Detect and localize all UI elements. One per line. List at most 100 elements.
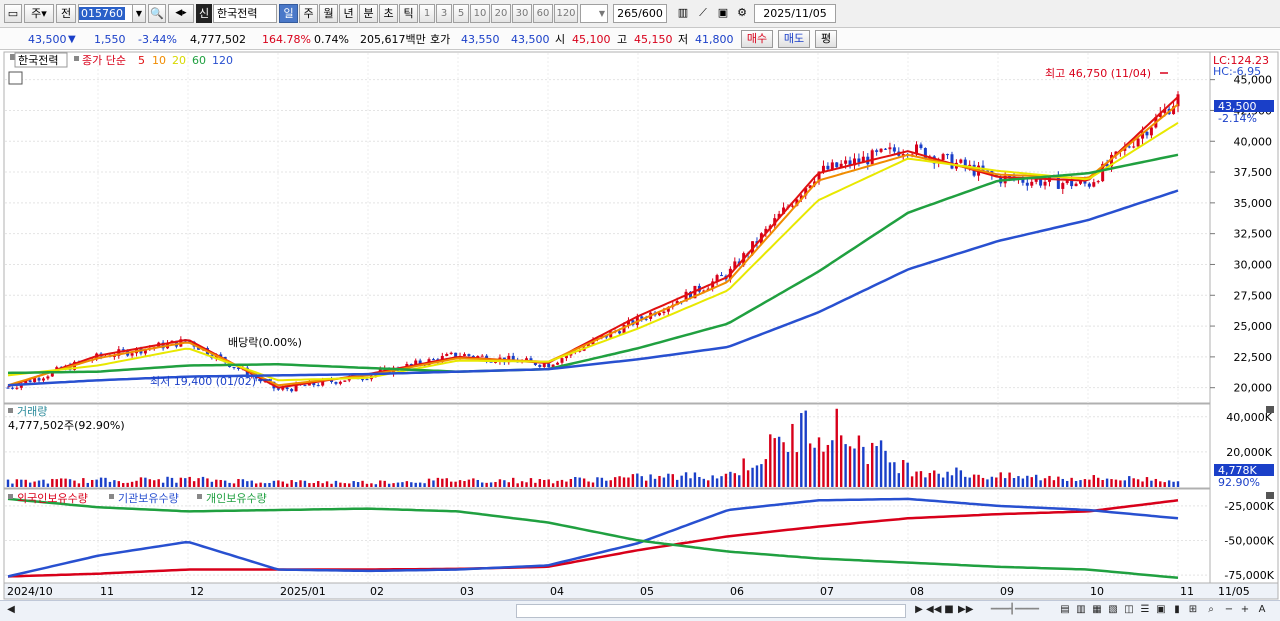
volume-bar bbox=[538, 479, 542, 487]
volume-bar bbox=[1136, 479, 1140, 487]
count-input[interactable]: 265/600 bbox=[613, 4, 667, 23]
period-day-tab[interactable]: 일 bbox=[279, 4, 298, 23]
window-icon[interactable]: ◫ bbox=[1122, 603, 1136, 619]
evaluation-button[interactable]: 평 bbox=[815, 30, 837, 48]
panel-icon[interactable]: ▧ bbox=[1106, 603, 1120, 619]
window-menu-icon[interactable]: ▭ bbox=[4, 4, 22, 23]
minute-120-button[interactable]: 120 bbox=[554, 4, 578, 23]
volume-bar bbox=[228, 482, 231, 487]
volume-bar bbox=[738, 475, 741, 487]
minute-30-button[interactable]: 30 bbox=[512, 4, 532, 23]
legend-foreign: 외국인보유수량 bbox=[17, 492, 88, 505]
candle-body bbox=[41, 378, 45, 381]
candle-body bbox=[462, 354, 466, 356]
period-minute-tab[interactable]: 분 bbox=[359, 4, 378, 23]
volume-bar bbox=[108, 481, 112, 487]
type-select[interactable]: 주▾ bbox=[24, 4, 54, 23]
volume-bar bbox=[649, 474, 652, 487]
period-second-tab[interactable]: 초 bbox=[379, 4, 398, 23]
export-icon[interactable]: ⊞ bbox=[1186, 603, 1200, 619]
chart-scrollbar[interactable]: ◀ ▶ ◀◀ ■ ▶▶ ━━━┫━━━━ ▤ ▥ ▦ ▧ ◫ ☰ ▣ ▮ ⊞ ⌕… bbox=[0, 600, 1280, 621]
main-toolbar: ▭ 주▾ 전 015760 ▼ 🔍 ◀▸ 신 한국전력 일 주 월 년 분 초 … bbox=[0, 0, 1280, 28]
layout-icon[interactable]: ▤ bbox=[1058, 603, 1072, 619]
chart-type-icon[interactable]: ▣ bbox=[1154, 603, 1168, 619]
sell-button[interactable]: 매도 bbox=[778, 30, 810, 48]
rewind-icon[interactable]: ◀◀ bbox=[926, 603, 941, 619]
volume-bar bbox=[795, 452, 799, 487]
candle-body bbox=[285, 387, 289, 390]
minute-20-button[interactable]: 20 bbox=[491, 4, 511, 23]
save-icon[interactable]: ▣ bbox=[714, 4, 732, 23]
volume-bar bbox=[902, 460, 905, 487]
period-tick-tab[interactable]: 틱 bbox=[399, 4, 418, 23]
play-icon[interactable]: ▶ bbox=[912, 603, 926, 619]
volume-bar bbox=[73, 480, 76, 487]
volume-panel-close-icon[interactable] bbox=[1266, 406, 1274, 413]
zoom-reset-icon[interactable]: ⌕ bbox=[1204, 603, 1218, 619]
stock-chart[interactable]: 45,00042,50040,00037,50035,00032,50030,0… bbox=[0, 51, 1280, 600]
candle-body bbox=[130, 353, 134, 356]
volume-bar bbox=[268, 482, 271, 487]
candle-body bbox=[941, 154, 945, 160]
code-dropdown-icon[interactable]: ▼ bbox=[132, 4, 146, 23]
split-icon[interactable]: ▥ bbox=[1074, 603, 1088, 619]
volume-bar bbox=[893, 462, 896, 487]
volume-bar bbox=[955, 467, 958, 487]
zoom-slider[interactable]: ━━━┫━━━━ bbox=[980, 603, 1050, 619]
volume-bar bbox=[361, 480, 364, 487]
minute-10-button[interactable]: 10 bbox=[470, 4, 490, 23]
bar-chart-icon[interactable]: ▮ bbox=[1170, 603, 1184, 619]
candle-body bbox=[879, 148, 883, 152]
volume-bar bbox=[808, 443, 812, 487]
stock-code-input[interactable]: 015760 bbox=[78, 4, 138, 23]
volume-bar bbox=[365, 483, 369, 487]
volume-bar bbox=[325, 481, 329, 487]
font-size-icon[interactable]: A bbox=[1254, 603, 1270, 619]
custom-minute-dropdown[interactable]: ▼ bbox=[580, 4, 608, 23]
scroll-left-icon[interactable]: ◀ bbox=[4, 603, 18, 619]
volume-bar bbox=[698, 477, 701, 487]
buy-button[interactable]: 매수 bbox=[741, 30, 773, 48]
candle-body bbox=[1127, 146, 1131, 148]
zoom-out-icon[interactable]: − bbox=[1222, 603, 1236, 619]
scroll-thumb[interactable] bbox=[516, 604, 906, 618]
candle-body bbox=[857, 158, 861, 163]
minute-5-button[interactable]: 5 bbox=[453, 4, 469, 23]
candle-type-icon[interactable]: ▥ bbox=[674, 4, 692, 23]
forward-icon[interactable]: ▶▶ bbox=[958, 603, 973, 619]
volume-bar bbox=[157, 479, 160, 487]
legend-institution: 기관보유수량 bbox=[118, 492, 179, 505]
minute-1-button[interactable]: 1 bbox=[419, 4, 435, 23]
grid-icon[interactable]: ▦ bbox=[1090, 603, 1104, 619]
search-icon[interactable]: 🔍 bbox=[148, 4, 166, 23]
volume-bar bbox=[733, 473, 737, 487]
volume-bar bbox=[959, 470, 963, 487]
minute-3-button[interactable]: 3 bbox=[436, 4, 452, 23]
volume-bar bbox=[1061, 478, 1064, 487]
date-input[interactable]: 2025/11/05 bbox=[754, 4, 836, 23]
holding-panel-close-icon[interactable] bbox=[1266, 492, 1274, 499]
candle-body bbox=[1074, 183, 1078, 187]
candle-body bbox=[28, 380, 32, 383]
prev-button[interactable]: 전 bbox=[56, 4, 76, 23]
minute-60-button[interactable]: 60 bbox=[533, 4, 553, 23]
period-week-tab[interactable]: 주 bbox=[299, 4, 318, 23]
period-year-tab[interactable]: 년 bbox=[339, 4, 358, 23]
calculator-icon[interactable] bbox=[8, 71, 23, 85]
volume-bar bbox=[449, 481, 453, 487]
gear-icon[interactable]: ⚙ bbox=[733, 4, 751, 23]
candle-body bbox=[15, 387, 19, 389]
volume-bar bbox=[410, 482, 413, 487]
volume-bar bbox=[432, 480, 435, 487]
period-month-tab[interactable]: 월 bbox=[319, 4, 338, 23]
volume-bar bbox=[1070, 477, 1073, 487]
volume-bar bbox=[161, 482, 165, 487]
stop-icon[interactable]: ■ bbox=[942, 603, 956, 619]
price-axis-label: 20,000 bbox=[1234, 382, 1273, 395]
speaker-icon[interactable]: ◀▸ bbox=[168, 4, 194, 23]
zoom-in-icon[interactable]: + bbox=[1238, 603, 1252, 619]
list-icon[interactable]: ☰ bbox=[1138, 603, 1152, 619]
volume-bar bbox=[472, 478, 475, 487]
line-tool-icon[interactable]: ⟋ bbox=[694, 4, 712, 23]
volume-bar bbox=[995, 477, 998, 487]
